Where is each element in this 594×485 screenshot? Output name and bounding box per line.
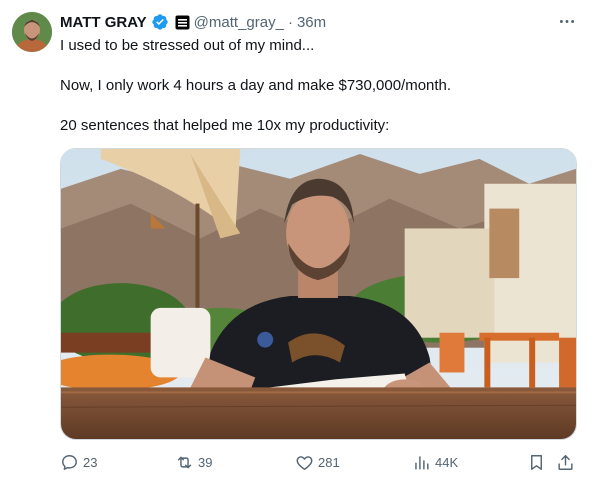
more-options-icon[interactable] <box>556 10 578 32</box>
tweet[interactable]: MATT GRAY @matt_gray_ · 36m I used to be… <box>0 0 594 485</box>
tweet-actions: 23 39 281 44K <box>60 450 584 474</box>
tweet-text: I used to be stressed out of my mind... … <box>60 36 575 136</box>
affiliation-badge-icon[interactable] <box>175 15 190 30</box>
avatar[interactable] <box>12 12 52 52</box>
share-button[interactable] <box>556 450 575 474</box>
retweet-count: 39 <box>198 454 213 470</box>
views-chart-icon <box>415 455 429 470</box>
views-count: 44K <box>435 454 459 470</box>
timestamp[interactable]: 36m <box>297 14 326 31</box>
like-count: 281 <box>318 454 340 470</box>
tweet-line: Now, I only work 4 hours a day and make … <box>60 77 452 94</box>
retweet-button[interactable]: 39 <box>175 450 212 474</box>
reply-count: 23 <box>83 454 98 470</box>
bookmark-icon <box>531 454 542 470</box>
heart-icon <box>296 455 313 470</box>
share-icon <box>558 454 573 470</box>
like-button[interactable]: 281 <box>295 450 340 474</box>
reply-button[interactable]: 23 <box>60 450 97 474</box>
tweet-header: MATT GRAY @matt_gray_ · 36m <box>60 12 326 32</box>
tweet-line: 20 sentences that helped me 10x my produ… <box>60 117 390 134</box>
author-name[interactable]: MATT GRAY <box>60 14 147 31</box>
separator: · <box>287 13 293 31</box>
bookmark-button[interactable] <box>527 450 546 474</box>
verified-badge-icon[interactable] <box>151 13 169 31</box>
tweet-line: I used to be stressed out of my mind... <box>60 37 315 54</box>
tweet-photo[interactable] <box>60 148 577 440</box>
retweet-icon <box>177 456 192 468</box>
reply-icon <box>62 454 77 470</box>
author-handle[interactable]: @matt_gray_ <box>194 14 284 31</box>
views-button[interactable]: 44K <box>412 450 458 474</box>
